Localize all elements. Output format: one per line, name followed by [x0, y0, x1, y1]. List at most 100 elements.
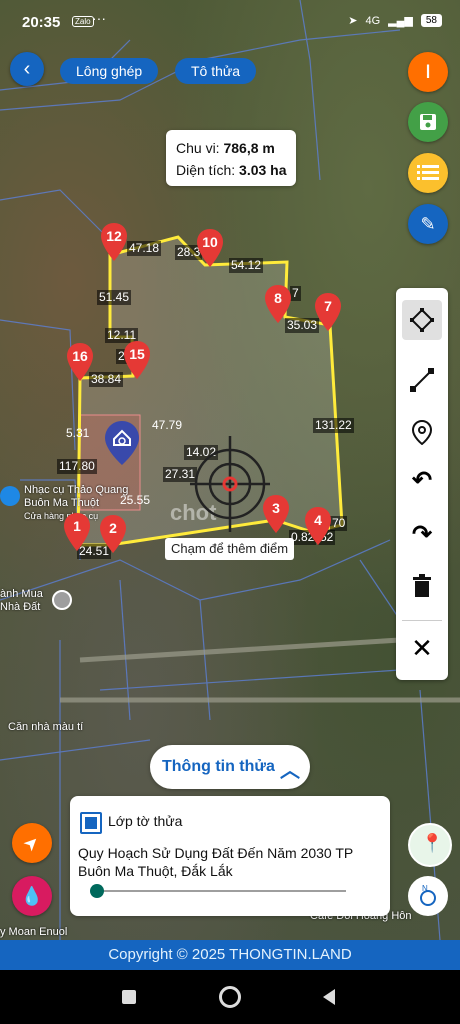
vertex-marker[interactable]: 4 — [304, 506, 332, 546]
vertex-marker[interactable]: 8 — [264, 284, 292, 324]
triangle-back-icon — [323, 989, 335, 1005]
parcel-layer-label: Lớp tờ thửa — [108, 813, 183, 829]
perimeter-value: 786,8 m — [223, 140, 275, 156]
home-pin-icon[interactable] — [104, 420, 140, 466]
vertex-marker-number: 2 — [109, 520, 117, 536]
list-icon — [417, 165, 439, 180]
line-tool[interactable] — [402, 360, 442, 400]
crosshair-icon[interactable] — [190, 436, 270, 536]
opacity-slider-thumb[interactable] — [90, 884, 104, 898]
home-button[interactable] — [217, 984, 243, 1010]
close-icon: ✕ — [411, 632, 433, 663]
save-icon — [420, 114, 436, 130]
add-point-tool[interactable] — [402, 412, 442, 452]
area-label: Diện tích: — [176, 162, 236, 178]
ruler-icon: ǀ — [425, 61, 431, 82]
list-button[interactable] — [408, 153, 448, 193]
edge-label: 47.79 — [152, 418, 183, 432]
back-button[interactable]: ‹ — [10, 52, 44, 86]
chevron-left-icon: ‹ — [23, 57, 31, 80]
vertex-marker-number: 4 — [314, 512, 322, 528]
vertex-marker[interactable]: 2 — [99, 514, 127, 554]
vertex-marker-number: 10 — [202, 234, 218, 250]
signal-icon: ▂▄▆ — [388, 15, 413, 27]
layer-panel: Lớp tờ thửa Quy Hoạch Sử Dụng Đất Đến Nă… — [70, 796, 390, 916]
vertex-marker[interactable]: 15 — [123, 340, 151, 380]
perimeter-label: Chu vi: — [176, 140, 220, 156]
vertex-marker-number: 7 — [324, 298, 332, 314]
vertex-marker-number: 12 — [106, 228, 122, 244]
system-icons: ➤ 4G ▂▄▆ 58 — [348, 14, 442, 27]
toolbar-divider — [402, 620, 442, 621]
recent-apps-button[interactable] — [116, 984, 142, 1010]
vertex-marker[interactable]: 7 — [314, 292, 342, 332]
vertex-marker[interactable]: 12 — [100, 222, 128, 262]
redo-icon: ↷ — [411, 520, 433, 548]
delete-tool[interactable] — [402, 566, 442, 606]
edge-label: 70 — [330, 516, 348, 531]
edge-label: 47.18 — [127, 241, 162, 256]
edge-label: 5.31 — [66, 426, 90, 440]
map-thumbnail-button[interactable]: 📍 — [408, 823, 452, 867]
undo-icon: ↶ — [411, 466, 433, 494]
edge-label: 54.12 — [229, 258, 264, 273]
location-pin-icon — [411, 419, 433, 445]
save-button[interactable] — [408, 102, 448, 142]
vertex-marker-number: 15 — [129, 346, 145, 362]
map-icon: 📍 — [421, 833, 444, 853]
undo-tool[interactable]: ↶ — [402, 460, 442, 500]
compass-button[interactable]: N — [408, 876, 448, 916]
chip-merge[interactable]: Lông ghép — [60, 58, 159, 84]
vertex-marker-number: 1 — [73, 518, 81, 534]
zalo-icon: Zalo — [72, 16, 94, 27]
android-nav-bar — [0, 970, 460, 1024]
place-marker-icon[interactable] — [0, 486, 20, 506]
parcel-info-label: Thông tin thửa — [162, 758, 275, 775]
close-tool[interactable]: ✕ — [402, 628, 442, 668]
satellite-map[interactable]: 20:35 Zalo ··· ➤ 4G ▂▄▆ 58 ‹ Lông ghép T… — [0, 0, 460, 940]
area-row: Diện tích: 3.03 ha — [176, 162, 287, 178]
more-notifications-icon: ··· — [92, 10, 106, 26]
area-value: 3.03 ha — [239, 162, 287, 178]
parcel-info-button[interactable]: Thông tin thửa ︿ — [150, 745, 310, 789]
layer-color-button[interactable]: 💧 — [12, 876, 52, 916]
perimeter-row: Chu vi: 786,8 m — [176, 140, 275, 156]
parcel-layer-checkbox[interactable] — [80, 812, 102, 834]
vertex-marker-number: 16 — [72, 348, 88, 364]
place-label[interactable]: ành Mua Nhà Đất — [0, 588, 56, 614]
status-time: 20:35 — [22, 14, 61, 31]
place-marker-icon[interactable] — [52, 590, 72, 610]
vertex-marker[interactable]: 16 — [66, 342, 94, 382]
measurement-info: Chu vi: 786,8 m Diện tích: 3.03 ha — [166, 130, 296, 186]
circle-icon — [219, 986, 241, 1008]
place-name: Nhạc cụ Thảo Quang Buôn Ma Thuột — [24, 484, 129, 509]
place-label[interactable]: Căn nhà màu tí — [8, 721, 83, 733]
battery-level: 58 — [420, 14, 442, 27]
edge-label: 131.22 — [313, 418, 354, 433]
vertex-marker[interactable]: 10 — [196, 228, 224, 268]
plan-title: Quy Hoạch Sử Dụng Đất Đến Năm 2030 TP Bu… — [78, 845, 353, 879]
status-bar: 20:35 Zalo ··· ➤ 4G ▂▄▆ 58 — [0, 0, 460, 44]
edge-label: 38.84 — [89, 372, 124, 387]
edge-label: 117.80 — [57, 459, 97, 474]
drawing-toolbar: ↶ ↷ ✕ — [396, 288, 448, 680]
compass-ring — [420, 890, 436, 906]
redo-tool[interactable]: ↷ — [402, 514, 442, 554]
measure-button[interactable]: ǀ — [408, 52, 448, 92]
drop-icon: 💧 — [20, 885, 44, 906]
draw-button[interactable]: ✎ — [408, 204, 448, 244]
select-shape-tool[interactable] — [402, 300, 442, 340]
opacity-slider[interactable] — [94, 890, 346, 892]
place-label[interactable]: y Moan Enuol — [0, 926, 67, 938]
chip-color-plot[interactable]: Tô thửa — [175, 58, 257, 84]
square-icon — [122, 990, 136, 1004]
trash-icon — [413, 574, 431, 597]
navigation-arrow-icon: ➤ — [19, 830, 45, 856]
location-icon: ➤ — [348, 15, 358, 27]
edge-label: 51.45 — [97, 290, 132, 305]
back-nav-button[interactable] — [316, 984, 342, 1010]
network-label: 4G — [365, 14, 381, 27]
add-point-hint: Chạm để thêm điểm — [165, 538, 295, 560]
navigate-button[interactable]: ➤ — [12, 823, 52, 863]
vertex-marker[interactable]: 1 — [63, 512, 91, 552]
